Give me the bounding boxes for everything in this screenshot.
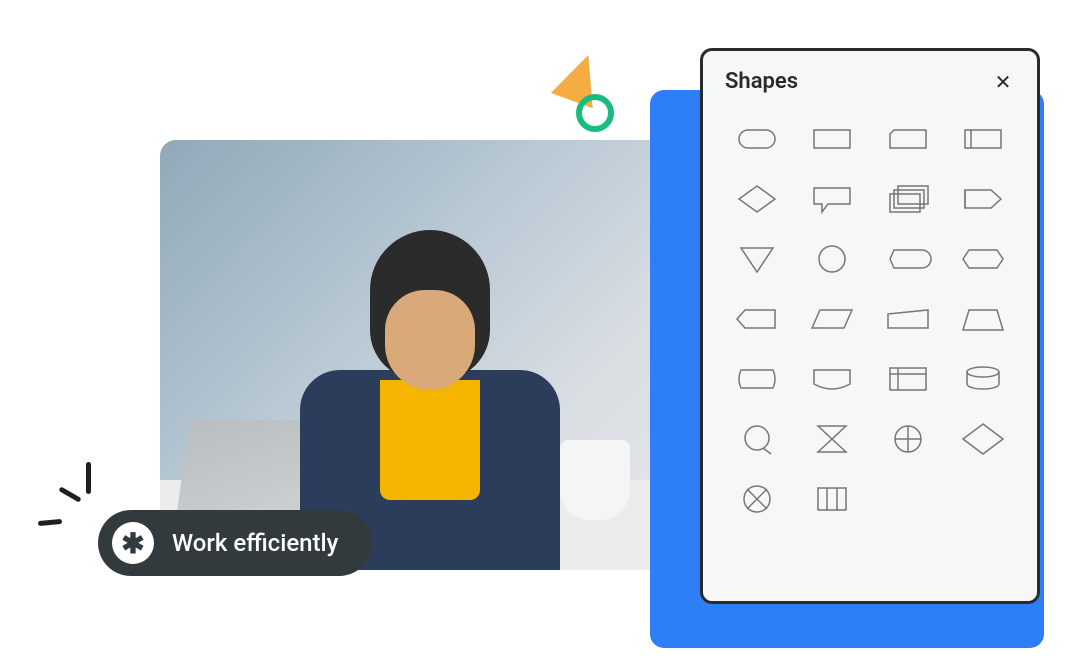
shape-diamond-out[interactable] <box>955 418 1011 460</box>
shape-parallelogram[interactable] <box>804 298 860 340</box>
shape-barrel[interactable] <box>804 478 860 520</box>
close-button[interactable]: ✕ <box>991 70 1015 94</box>
shape-stack[interactable] <box>880 178 936 220</box>
shape-trapezoid[interactable] <box>955 298 1011 340</box>
shape-store[interactable] <box>955 118 1011 160</box>
hero-photo <box>160 140 680 570</box>
shape-internal-storage[interactable] <box>880 358 936 400</box>
shape-cylinder[interactable] <box>955 358 1011 400</box>
shape-card[interactable] <box>880 118 936 160</box>
spark-icon <box>38 462 108 532</box>
shape-curve-rect[interactable] <box>804 358 860 400</box>
shape-tag-left[interactable] <box>729 298 785 340</box>
work-efficiently-badge: ✱ Work efficiently <box>98 510 372 576</box>
shape-diamond[interactable] <box>729 178 785 220</box>
shape-speech[interactable] <box>804 178 860 220</box>
panel-title: Shapes <box>725 69 798 94</box>
asterisk-icon: ✱ <box>112 522 154 564</box>
shape-hexbar[interactable] <box>955 238 1011 280</box>
shape-terminator[interactable] <box>729 118 785 160</box>
shape-display[interactable] <box>880 238 936 280</box>
shape-arrow-right[interactable] <box>955 178 1011 220</box>
shape-wave-rect[interactable] <box>729 358 785 400</box>
cursor-icon <box>552 58 612 118</box>
badge-label: Work efficiently <box>172 529 338 557</box>
shapes-panel: Shapes ✕ <box>700 48 1040 604</box>
shape-triangle-down[interactable] <box>729 238 785 280</box>
shape-quartered-circle[interactable] <box>880 418 936 460</box>
shape-circle-tail[interactable] <box>729 418 785 460</box>
shape-hourglass[interactable] <box>804 418 860 460</box>
shape-circle[interactable] <box>804 238 860 280</box>
shape-process[interactable] <box>804 118 860 160</box>
shape-grid <box>721 106 1019 591</box>
close-icon: ✕ <box>995 70 1012 94</box>
shape-manual[interactable] <box>880 298 936 340</box>
shape-circle-cross[interactable] <box>729 478 785 520</box>
